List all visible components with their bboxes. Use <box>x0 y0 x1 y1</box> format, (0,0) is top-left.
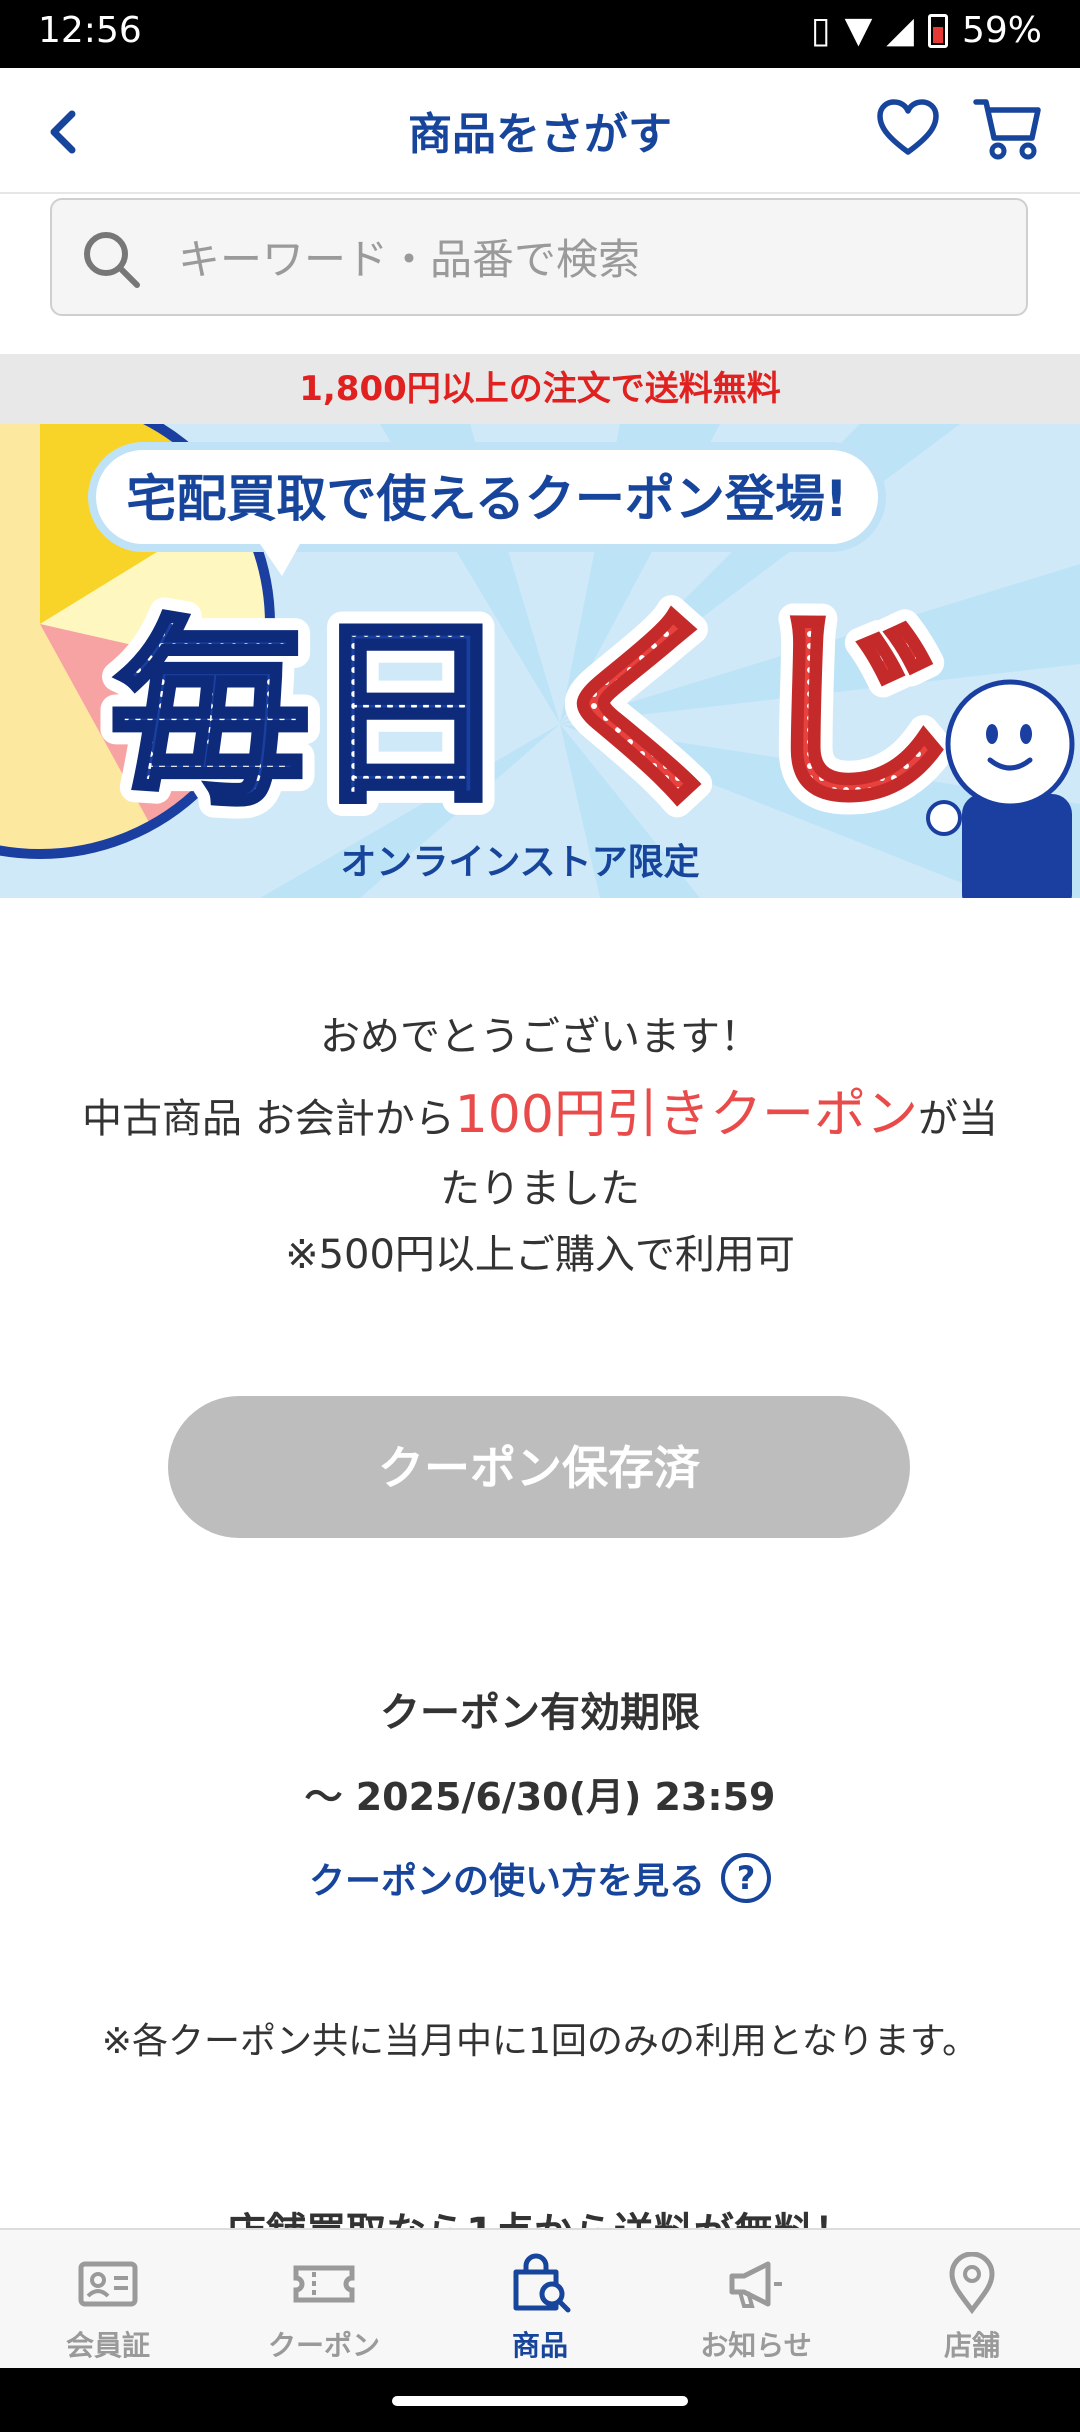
megaphone-icon <box>729 2261 782 2308</box>
status-time: 12:56 <box>38 10 142 51</box>
bag-search-icon <box>513 2253 571 2313</box>
nav-label: 店舗 <box>943 2329 1000 2362</box>
status-icons: ▯ ▼ ◢ 59% <box>811 10 1042 51</box>
nav-label: 商品 <box>511 2329 568 2362</box>
prize-line-continued: たりました <box>440 1166 640 1212</box>
nav-item-member-card[interactable]: 会員証 <box>0 2230 216 2370</box>
nav-item-news[interactable]: お知らせ <box>648 2230 864 2370</box>
search-box[interactable] <box>50 198 1028 316</box>
search-input[interactable] <box>176 218 1000 300</box>
prize-prefix: 中古商品 お会計から <box>82 1096 455 1142</box>
home-gesture-bar[interactable] <box>392 2396 688 2406</box>
nav-item-coupon[interactable]: クーポン <box>216 2230 432 2370</box>
coupon-howto-link[interactable]: クーポンの使い方を見る ? <box>0 1852 1080 1904</box>
question-icon: ? <box>721 1853 771 1903</box>
usage-note: ※各クーポン共に当月中に1回のみの利用となります。 <box>101 2021 979 2062</box>
prize-suffix: が当 <box>917 1096 998 1142</box>
wifi-icon: ▼ <box>844 10 873 51</box>
free-shipping-notice: 1,800円以上の注文で送料無料 <box>0 354 1080 424</box>
nav-label: クーポン <box>267 2329 380 2362</box>
banner-bubble-text: 宅配買取で使えるクーポン登場! <box>126 470 847 528</box>
congrats-line: おめでとうございます！ <box>320 1014 760 1060</box>
cart-icon[interactable] <box>972 94 1044 162</box>
nav-label: お知らせ <box>700 2329 812 2362</box>
bottom-nav: 会員証 クーポン 商品 お知らせ 店舗 <box>0 2228 1080 2370</box>
app-header: 商品をさがす <box>0 68 1080 194</box>
location-pin-icon <box>949 2252 995 2315</box>
banner-headline: 毎日 毎日 くじ くじ <box>95 574 975 849</box>
banner-footer-text: オンラインストア限定 <box>340 842 699 883</box>
banner-graphic: 宅配買取で使えるクーポン登場! 毎日 毎日 くじ くじ オンラインストア限定 <box>0 424 1080 898</box>
prize-highlight: 100円引きクーポン <box>454 1085 918 1145</box>
ticket-icon <box>293 2265 355 2303</box>
status-bar: 12:56 ▯ ▼ ◢ 59% <box>0 0 1080 68</box>
nav-label: 会員証 <box>65 2329 150 2362</box>
expiry-date: 〜 2025/6/30(月) 23:59 <box>304 1775 776 1819</box>
vibrate-icon: ▯ <box>810 10 831 51</box>
svg-text:毎日: 毎日 <box>110 599 510 832</box>
heart-icon[interactable] <box>876 98 940 158</box>
nav-item-stores[interactable]: 店舗 <box>864 2230 1080 2370</box>
member-card-icon <box>78 2261 138 2307</box>
prize-line: 中古商品 お会計から100円引きクーポンが当 <box>40 1072 1040 1147</box>
nav-item-products[interactable]: 商品 <box>432 2230 648 2370</box>
lottery-banner[interactable]: 宅配買取で使えるクーポン登場! 毎日 毎日 くじ くじ オンラインストア限定 <box>0 424 1080 898</box>
expiry-heading: クーポン有効期限 <box>380 1690 700 1736</box>
svg-text:くじ: くじ <box>540 589 960 834</box>
min-purchase-note: ※500円以上ご購入で利用可 <box>285 1232 795 1278</box>
search-icon <box>84 232 140 288</box>
coupon-saved-button[interactable]: クーポン保存済 <box>168 1396 910 1538</box>
battery-percent: 59% <box>961 10 1042 51</box>
howto-label: クーポンの使い方を見る <box>308 1861 705 1902</box>
battery-icon <box>927 13 948 48</box>
signal-icon: ◢ <box>886 10 914 51</box>
